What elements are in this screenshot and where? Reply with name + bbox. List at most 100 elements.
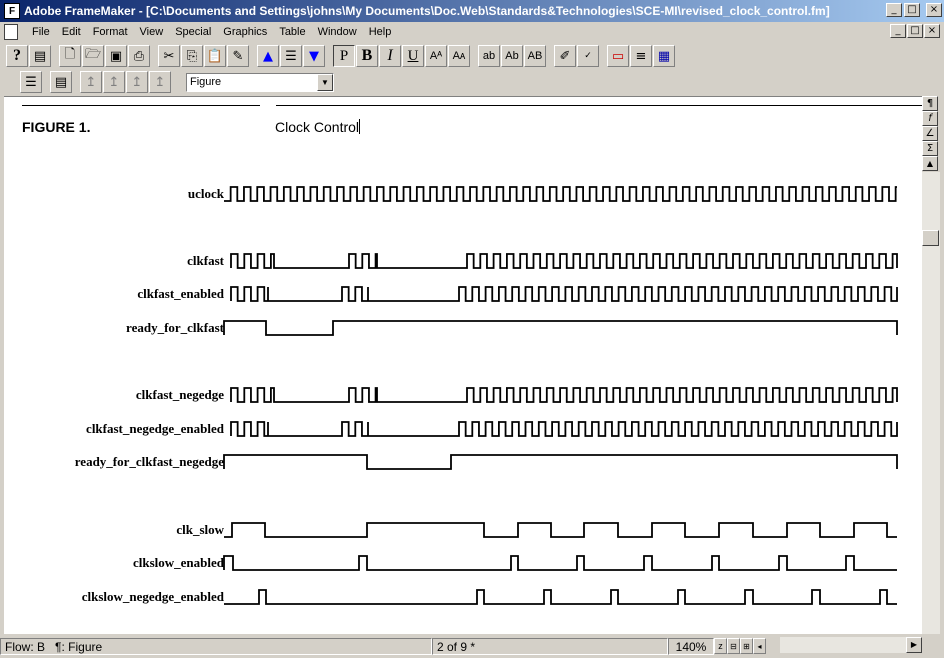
wave-clkfast-negedge-enabled[interactable] <box>230 421 898 437</box>
wave-clkslow-negedge-enabled[interactable] <box>224 589 897 605</box>
new-icon: 🗋 <box>64 47 76 62</box>
help-button[interactable]: ? <box>6 45 28 67</box>
align-left-button[interactable]: ☰ <box>20 71 42 93</box>
pilcrow-icon[interactable]: ¶ <box>922 96 938 111</box>
menu-view[interactable]: View <box>134 26 170 38</box>
cut-icon: ✂ <box>163 48 175 64</box>
timing-diagram[interactable] <box>4 97 922 634</box>
page-prev-icon: ◂ <box>757 641 762 651</box>
bold-button[interactable]: B <box>356 45 378 67</box>
paragraph-format-select[interactable]: Figure ▼ <box>186 72 334 92</box>
zoom-out-button[interactable]: ⊟ <box>727 638 740 654</box>
doc-minimize-button[interactable]: _ <box>890 24 906 38</box>
zoom-in-button[interactable]: ⊞ <box>740 638 753 654</box>
menu-special[interactable]: Special <box>169 26 217 38</box>
initial-caps-button[interactable]: Ab <box>501 45 523 67</box>
copy-icon: ⎘ <box>186 48 198 64</box>
save-button[interactable]: ▣ <box>105 45 127 67</box>
menu-window[interactable]: Window <box>312 26 363 38</box>
function-icon[interactable]: f <box>922 111 938 126</box>
tab-left-button[interactable]: ↥ <box>80 71 102 93</box>
down-button[interactable]: ▼ <box>303 45 325 67</box>
justify-icon: ▤ <box>54 74 68 90</box>
uppercase-button[interactable]: AB <box>524 45 546 67</box>
save-icon: ▣ <box>109 48 123 64</box>
list-icon: ☰ <box>285 48 297 64</box>
angle-icon[interactable]: ∠ <box>922 126 938 141</box>
sigma-icon[interactable]: Σ <box>922 141 938 156</box>
menu-graphics[interactable]: Graphics <box>217 26 273 38</box>
wave-ready-for-clkfast-negedge[interactable] <box>223 454 898 470</box>
italic-button[interactable]: I <box>379 45 401 67</box>
size-up-button[interactable]: Aᴬ <box>425 45 447 67</box>
zoom-in-icon: ⊞ <box>743 641 750 651</box>
wave-clkfast-negedge[interactable] <box>230 387 898 403</box>
table-button[interactable]: ▦ <box>653 45 675 67</box>
underline-button[interactable]: U <box>402 45 424 67</box>
paint-button[interactable]: ✎ <box>227 45 249 67</box>
tab-decimal-button[interactable]: ↥ <box>149 71 171 93</box>
doc-close-button[interactable]: × <box>924 24 940 38</box>
window-title: Adobe FrameMaker - [C:\Documents and Set… <box>24 4 830 18</box>
scroll-right-icon[interactable]: ▶ <box>906 637 922 653</box>
equation-button[interactable]: ≡ <box>630 45 652 67</box>
align-left-icon: ☰ <box>25 74 37 90</box>
horizontal-scrollbar[interactable] <box>780 637 922 653</box>
spelling-button[interactable]: ✓ <box>577 45 599 67</box>
wave-clkfast[interactable] <box>230 253 898 269</box>
title-bar: F Adobe FrameMaker - [C:\Documents and S… <box>0 0 944 22</box>
print-button[interactable]: ⎙ <box>128 45 150 67</box>
wave-clk-slow[interactable] <box>224 522 897 538</box>
minimize-button[interactable]: _ <box>886 3 902 17</box>
paste-icon: 📋 <box>206 48 224 64</box>
list-button[interactable]: ☰ <box>280 45 302 67</box>
wave-clkslow-enabled[interactable] <box>223 555 897 571</box>
tab-center-button[interactable]: ↥ <box>103 71 125 93</box>
catalog-icon: ▤ <box>33 48 47 64</box>
tab-right-icon: ↥ <box>131 74 143 90</box>
catalog-button[interactable]: ▤ <box>29 45 51 67</box>
cut-button[interactable]: ✂ <box>158 45 180 67</box>
tab-decimal-icon: ↥ <box>154 74 166 90</box>
menu-table[interactable]: Table <box>273 26 311 38</box>
arrow-up-icon: ▲ <box>263 48 273 64</box>
plain-button[interactable]: P <box>333 45 355 67</box>
up-button[interactable]: ▲ <box>257 45 279 67</box>
vertical-scroll-thumb[interactable] <box>922 230 939 246</box>
wave-uclock[interactable] <box>224 186 897 202</box>
close-button[interactable]: × <box>926 3 942 17</box>
print-icon: ⎙ <box>133 48 145 64</box>
wave-clkfast-enabled[interactable] <box>230 286 898 302</box>
doc-restore-button[interactable]: □ <box>907 24 923 38</box>
lowercase-button[interactable]: ab <box>478 45 500 67</box>
frame-icon: ▭ <box>611 48 625 64</box>
justify-button[interactable]: ▤ <box>50 71 72 93</box>
frame-button[interactable]: ▭ <box>607 45 629 67</box>
tab-right-button[interactable]: ↥ <box>126 71 148 93</box>
page-prev-button[interactable]: ◂ <box>753 638 766 654</box>
menu-format[interactable]: Format <box>87 26 134 38</box>
page-status[interactable]: 2 of 9 * <box>432 637 668 655</box>
restore-button[interactable]: □ <box>904 3 920 17</box>
zoom-z-button[interactable]: z <box>714 638 727 654</box>
flow-status: Flow: B <box>5 639 46 654</box>
document-canvas[interactable]: FIGURE 1. Clock Control uclock clkfast clk… <box>4 96 922 634</box>
paragraph-format-value: Figure <box>190 76 222 88</box>
scroll-up-icon[interactable]: ▲ <box>922 156 938 171</box>
zoom-status[interactable]: 140% <box>668 637 714 655</box>
paste-button[interactable]: 📋 <box>204 45 226 67</box>
new-button[interactable]: 🗋 <box>59 45 81 67</box>
main-toolbar: ? ▤ 🗋 🗁 ▣ ⎙ ✂ ⎘ 📋 ✎ ▲ ☰ ▼ P B I U Aᴬ Aᴀ … <box>0 42 944 70</box>
marker-button[interactable]: ✐ <box>554 45 576 67</box>
document-window-controls: _ □ × <box>890 24 940 38</box>
copy-button[interactable]: ⎘ <box>181 45 203 67</box>
wave-ready-for-clkfast[interactable] <box>223 320 898 336</box>
menu-edit[interactable]: Edit <box>56 26 87 38</box>
chevron-down-icon[interactable]: ▼ <box>317 73 333 91</box>
size-down-button[interactable]: Aᴀ <box>448 45 470 67</box>
doc-icon[interactable] <box>4 24 18 40</box>
app-icon[interactable]: F <box>4 3 20 19</box>
menu-file[interactable]: File <box>26 26 56 38</box>
menu-help[interactable]: Help <box>363 26 398 38</box>
open-button[interactable]: 🗁 <box>82 45 104 67</box>
